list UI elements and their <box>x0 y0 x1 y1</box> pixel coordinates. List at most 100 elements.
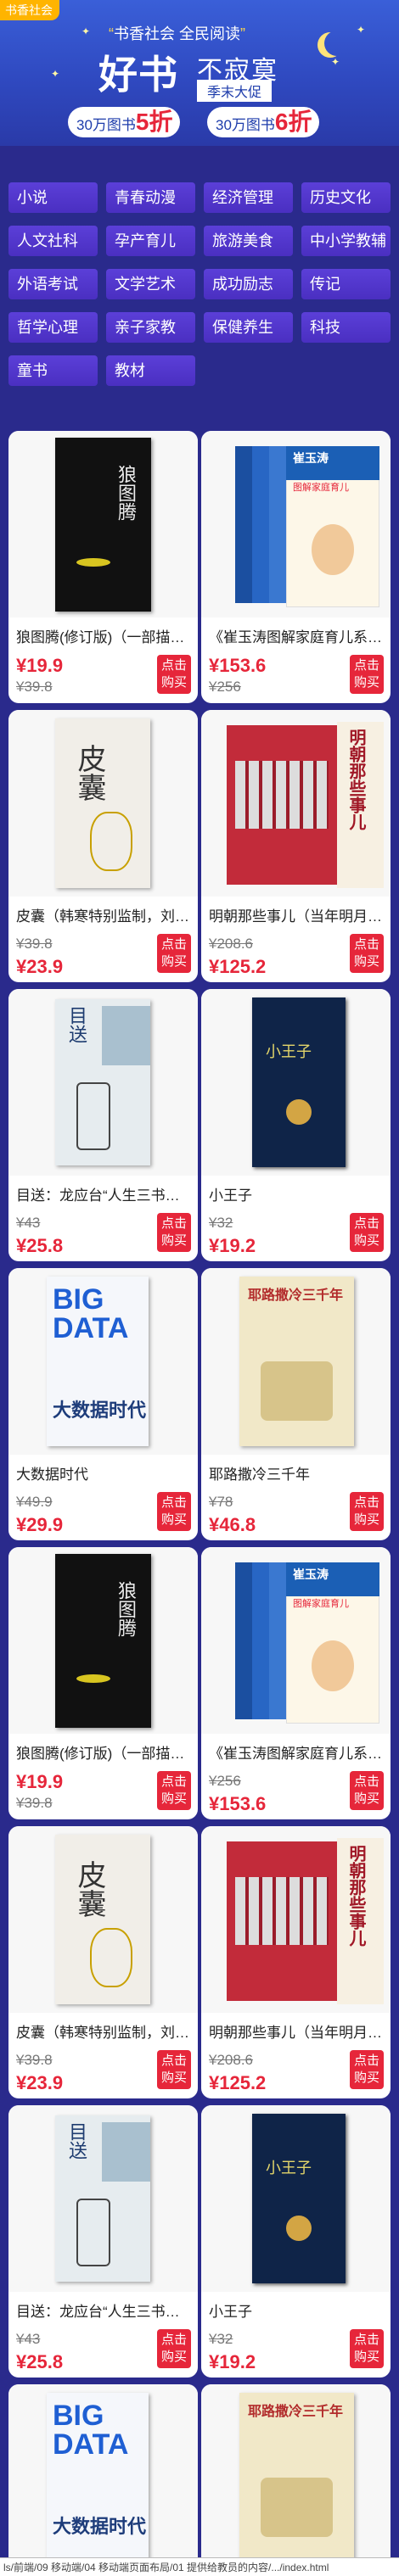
product-card[interactable]: 崔玉涛 图解家庭育儿 《崔玉涛图解家庭育儿系… ¥153.6 ¥256 点击 购买 <box>201 431 391 703</box>
book-cover[interactable]: BIG DATA 大数据时代 <box>8 1268 198 1455</box>
category-item[interactable]: 科技 <box>301 312 391 343</box>
category-item[interactable]: 青春动漫 <box>106 182 195 213</box>
book-cover[interactable]: 狼图腾 <box>8 1547 198 1734</box>
book-cover[interactable]: 皮囊 <box>8 710 198 897</box>
product-title[interactable]: 狼图腾(修订版)（一部描… <box>16 625 193 646</box>
buy-button[interactable]: 点击 购买 <box>157 1213 191 1252</box>
category-item[interactable]: 中小学教辅 <box>301 226 391 256</box>
buy-button-label: 购买 <box>160 1233 187 1248</box>
category-item[interactable]: 教材 <box>106 355 195 386</box>
product-title[interactable]: 目送：龙应台“人生三书… <box>16 1183 193 1204</box>
promo-pill-1[interactable]: 30万图书5折 <box>68 107 180 137</box>
buy-button[interactable]: 点击 购买 <box>350 934 384 973</box>
book-cover[interactable]: 明朝那些事儿 <box>201 710 391 897</box>
product-title[interactable]: 小王子 <box>209 1183 385 1204</box>
buy-button[interactable]: 点击 购买 <box>157 655 191 694</box>
promo-banner[interactable]: 书香社会 ✦ ✦ ✦ ✦ “书香社会 全民阅读” 好书 不寂寞 季末大促 30万… <box>0 0 399 146</box>
product-title[interactable]: 狼图腾(修订版)（一部描… <box>16 1741 193 1763</box>
product-card[interactable]: 小王子 小王子 ¥19.2 ¥32 点击 购买 <box>201 2105 391 2378</box>
category-item[interactable]: 亲子家教 <box>106 312 195 343</box>
book-cover[interactable]: 目送 <box>8 989 198 1176</box>
product-card[interactable]: 明朝那些事儿 明朝那些事儿（当年明月… ¥125.2 ¥208.6 点击 购买 <box>201 710 391 982</box>
product-card[interactable]: 皮囊 皮囊（韩寒特别监制，刘… ¥23.9 ¥39.8 点击 购买 <box>8 710 198 982</box>
product-card[interactable]: 目送 目送：龙应台“人生三书… ¥25.8 ¥43 点击 购买 <box>8 2105 198 2378</box>
book-cover[interactable]: 明朝那些事儿 <box>201 1826 391 2013</box>
buy-button-label: 点击 <box>353 1216 379 1231</box>
category-item[interactable]: 传记 <box>301 269 391 299</box>
original-price: ¥39.8 <box>16 2052 53 2068</box>
buy-button-label: 购买 <box>160 2350 187 2364</box>
product-card[interactable]: 崔玉涛 图解家庭育儿 《崔玉涛图解家庭育儿系… ¥153.6 ¥256 点击 购买 <box>201 1547 391 1819</box>
status-bar: ls/前端/09 移动端/04 移动端页面布局/01 提供给教员的内容/.../… <box>0 2557 399 2576</box>
product-title[interactable]: 《崔玉涛图解家庭育儿系… <box>209 1741 385 1763</box>
product-title[interactable]: 大数据时代 <box>16 1462 193 1484</box>
moon-icon <box>324 31 350 56</box>
buy-button[interactable]: 点击 购买 <box>157 934 191 973</box>
buy-button[interactable]: 点击 购买 <box>157 1771 191 1810</box>
buy-button[interactable]: 点击 购买 <box>350 1213 384 1252</box>
category-item[interactable]: 经济管理 <box>204 182 293 213</box>
buy-button[interactable]: 点击 购买 <box>350 2329 384 2368</box>
buy-button-label: 点击 <box>160 658 187 673</box>
category-item[interactable]: 小说 <box>8 182 98 213</box>
category-item[interactable]: 孕产育儿 <box>106 226 195 256</box>
category-item[interactable]: 哲学心理 <box>8 312 98 343</box>
category-item[interactable]: 保健养生 <box>204 312 293 343</box>
category-item[interactable]: 童书 <box>8 355 98 386</box>
category-item[interactable]: 历史文化 <box>301 182 391 213</box>
product-title[interactable]: 皮囊（韩寒特别监制，刘… <box>16 904 193 925</box>
buy-button-label: 购买 <box>160 675 187 690</box>
buy-button[interactable]: 点击 购买 <box>350 655 384 694</box>
category-item[interactable]: 文学艺术 <box>106 269 195 299</box>
book-cover[interactable]: 耶路撒冷三千年 <box>201 2384 391 2571</box>
cover-title: 目送 <box>66 1006 87 1043</box>
category-item[interactable]: 成功励志 <box>204 269 293 299</box>
product-card[interactable]: 狼图腾 狼图腾(修订版)（一部描… ¥19.9 ¥39.8 点击 购买 <box>8 1547 198 1819</box>
buy-button[interactable]: 点击 购买 <box>157 1492 191 1531</box>
product-card[interactable]: BIG DATA大数据时代大数据时代¥29.9¥49.9点击购买 <box>8 2384 198 2576</box>
product-title[interactable]: 明朝那些事儿（当年明月… <box>209 2020 385 2042</box>
product-card[interactable]: 耶路撒冷三千年耶路撒冷三千年¥46.8¥78点击购买 <box>201 1268 391 1540</box>
promo-pill-2[interactable]: 30万图书6折 <box>207 107 319 137</box>
book-cover[interactable]: 小王子 <box>201 989 391 1176</box>
buy-button[interactable]: 点击 购买 <box>157 2050 191 2089</box>
product-card[interactable]: 小王子 小王子 ¥19.2 ¥32 点击 购买 <box>201 989 391 1261</box>
buy-button[interactable]: 点击 购买 <box>350 1492 384 1531</box>
original-price: ¥256 <box>209 1773 241 1789</box>
product-card[interactable]: 目送 目送：龙应台“人生三书… ¥25.8 ¥43 点击 购买 <box>8 989 198 1261</box>
book-cover[interactable]: 目送 <box>8 2105 198 2292</box>
sale-price: ¥153.6 <box>209 655 267 676</box>
book-cover[interactable]: 耶路撒冷三千年 <box>201 1268 391 1455</box>
product-title[interactable]: 《崔玉涛图解家庭育儿系… <box>209 625 385 646</box>
product-title[interactable]: 皮囊（韩寒特别监制，刘… <box>16 2020 193 2042</box>
book-cover[interactable]: 小王子 <box>201 2105 391 2292</box>
product-card[interactable]: 皮囊 皮囊（韩寒特别监制，刘… ¥23.9 ¥39.8 点击 购买 <box>8 1826 198 2098</box>
sale-price: ¥125.2 <box>209 956 267 977</box>
sale-price: ¥19.2 <box>209 1235 256 1256</box>
category-item[interactable]: 外语考试 <box>8 269 98 299</box>
cover-title: BIG DATA <box>53 2400 129 2461</box>
product-card[interactable]: 狼图腾 狼图腾(修订版)（一部描… ¥19.9 ¥39.8 点击 购买 <box>8 431 198 703</box>
product-title[interactable]: 目送：龙应台“人生三书… <box>16 2299 193 2321</box>
product-title[interactable]: 小王子 <box>209 2299 385 2321</box>
product-card[interactable]: 明朝那些事儿 明朝那些事儿（当年明月… ¥125.2 ¥208.6 点击 购买 <box>201 1826 391 2098</box>
buy-button-label: 购买 <box>353 675 379 690</box>
buy-button-label: 点击 <box>160 937 187 952</box>
product-title[interactable]: 明朝那些事儿（当年明月… <box>209 904 385 925</box>
book-cover[interactable]: 狼图腾 <box>8 431 198 617</box>
star-icon: ✦ <box>357 24 366 36</box>
category-item[interactable]: 旅游美食 <box>204 226 293 256</box>
category-item[interactable]: 人文社科 <box>8 226 98 256</box>
product-title[interactable]: 耶路撒冷三千年 <box>209 1462 385 1484</box>
book-cover[interactable]: BIG DATA 大数据时代 <box>8 2384 198 2571</box>
product-card[interactable]: BIG DATA大数据时代大数据时代¥29.9¥49.9点击购买 <box>8 1268 198 1540</box>
product-card[interactable]: 耶路撒冷三千年耶路撒冷三千年¥46.8¥78点击购买 <box>201 2384 391 2576</box>
buy-button[interactable]: 点击 购买 <box>157 2329 191 2368</box>
book-cover[interactable]: 皮囊 <box>8 1826 198 2013</box>
buy-button[interactable]: 点击 购买 <box>350 1771 384 1810</box>
buy-button[interactable]: 点击 购买 <box>350 2050 384 2089</box>
sale-price: ¥125.2 <box>209 2072 267 2093</box>
book-cover[interactable]: 崔玉涛 图解家庭育儿 <box>201 431 391 617</box>
book-cover[interactable]: 崔玉涛 图解家庭育儿 <box>201 1547 391 1734</box>
original-price: ¥39.8 <box>16 679 53 695</box>
